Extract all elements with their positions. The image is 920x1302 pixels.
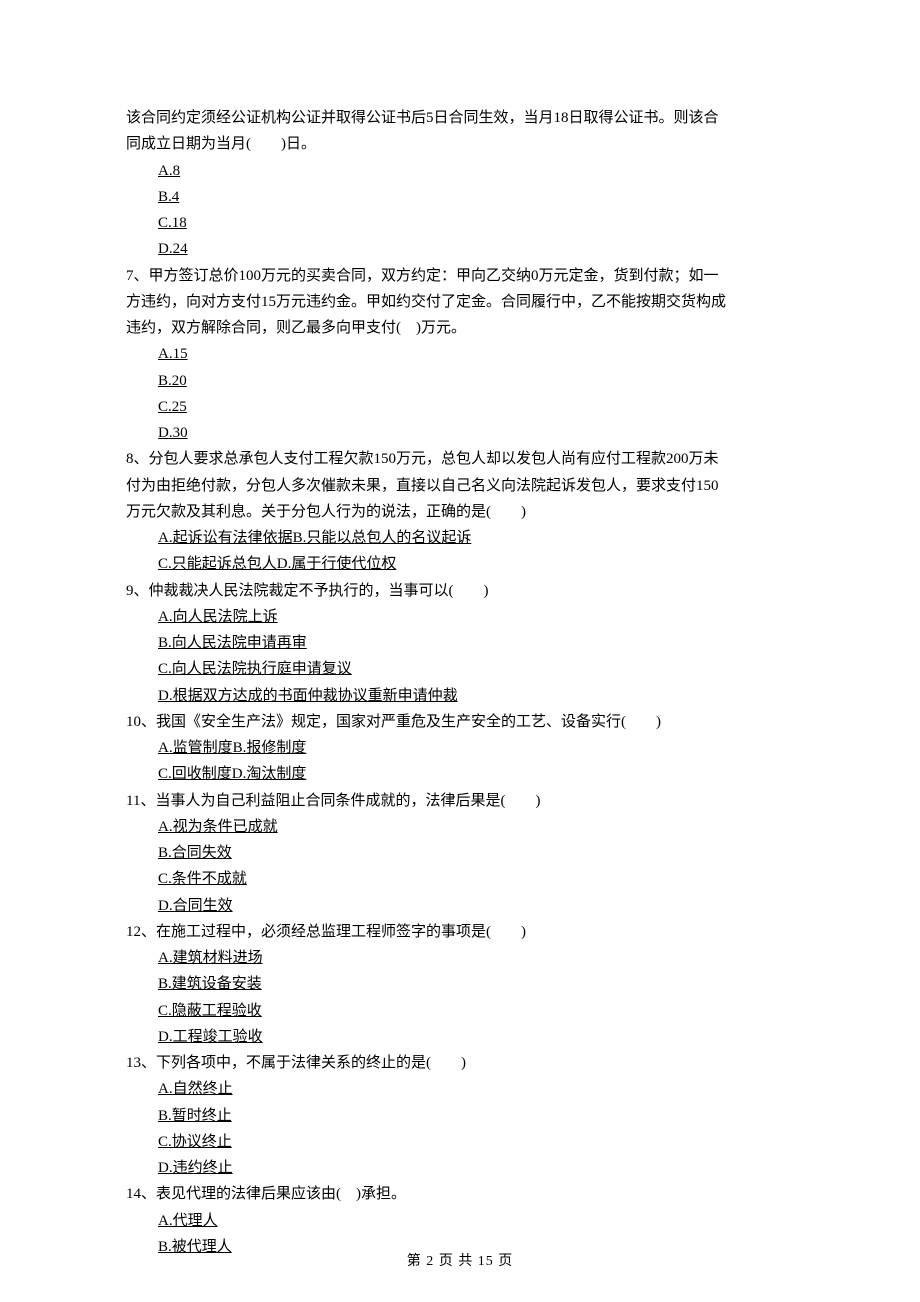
q14-opt-a: A.代理人 (126, 1208, 794, 1234)
q9-opt-c: C.向人民法院执行庭申请复议 (126, 656, 794, 682)
q12-stem: 12、在施工过程中，必须经总监理工程师签字的事项是( ) (126, 919, 794, 945)
q13-opt-c: C.协议终止 (126, 1129, 794, 1155)
q8-line2: 付为由拒绝付款，分包人多次催款未果，直接以自己名义向法院起诉发包人，要求支付15… (126, 473, 794, 499)
q10-stem: 10、我国《安全生产法》规定，国家对严重危及生产安全的工艺、设备实行( ) (126, 709, 794, 735)
q6-opt-d: D.24 (126, 236, 794, 262)
page-number: 第 2 页 共 15 页 (0, 1250, 920, 1275)
q10-opt-cd: C.回收制度D.淘汰制度 (126, 761, 794, 787)
q6-line2: 同成立日期为当月( )日。 (126, 131, 794, 157)
q12-opt-d: D.工程竣工验收 (126, 1024, 794, 1050)
q9-opt-a: A.向人民法院上诉 (126, 604, 794, 630)
q11-opt-a: A.视为条件已成就 (126, 814, 794, 840)
q11-opt-b: B.合同失效 (126, 840, 794, 866)
page: 该合同约定须经公证机构公证并取得公证书后5日合同生效，当月18日取得公证书。则该… (0, 0, 920, 1302)
q6-opt-b: B.4 (126, 184, 794, 210)
q8-opt-cd: C.只能起诉总包人D.属于行使代位权 (126, 551, 794, 577)
q7-line2: 方违约，向对方支付15万元违约金。甲如约交付了定金。合同履行中，乙不能按期交货构… (126, 289, 794, 315)
q7-opt-c: C.25 (126, 394, 794, 420)
q8-line3: 万元欠款及其利息。关于分包人行为的说法，正确的是( ) (126, 499, 794, 525)
q9-opt-b: B.向人民法院申请再审 (126, 630, 794, 656)
q13-stem: 13、下列各项中，不属于法律关系的终止的是( ) (126, 1050, 794, 1076)
q8-line1: 8、分包人要求总承包人支付工程欠款150万元，总包人却以发包人尚有应付工程款20… (126, 446, 794, 472)
q10-opt-ab: A.监管制度B.报修制度 (126, 735, 794, 761)
q6-opt-a: A.8 (126, 158, 794, 184)
q9-opt-d: D.根据双方达成的书面仲裁协议重新申请仲裁 (126, 683, 794, 709)
q9-stem: 9、仲裁裁决人民法院裁定不予执行的，当事可以( ) (126, 578, 794, 604)
q6-line1: 该合同约定须经公证机构公证并取得公证书后5日合同生效，当月18日取得公证书。则该… (126, 105, 794, 131)
q7-line3: 违约，双方解除合同，则乙最多向甲支付( )万元。 (126, 315, 794, 341)
q8-opt-ab: A.起诉讼有法律依据B.只能以总包人的名议起诉 (126, 525, 794, 551)
q11-opt-c: C.条件不成就 (126, 866, 794, 892)
q12-opt-b: B.建筑设备安装 (126, 971, 794, 997)
q7-opt-b: B.20 (126, 368, 794, 394)
q12-opt-c: C.隐蔽工程验收 (126, 998, 794, 1024)
q11-stem: 11、当事人为自己利益阻止合同条件成就的，法律后果是( ) (126, 788, 794, 814)
q13-opt-d: D.违约终止 (126, 1155, 794, 1181)
q6-opt-c: C.18 (126, 210, 794, 236)
q14-stem: 14、表见代理的法律后果应该由( )承担。 (126, 1181, 794, 1207)
q13-opt-a: A.自然终止 (126, 1076, 794, 1102)
q7-line1: 7、甲方签订总价100万元的买卖合同，双方约定：甲向乙交纳0万元定金，货到付款；… (126, 263, 794, 289)
q7-opt-d: D.30 (126, 420, 794, 446)
q12-opt-a: A.建筑材料进场 (126, 945, 794, 971)
q13-opt-b: B.暂时终止 (126, 1103, 794, 1129)
q7-opt-a: A.15 (126, 341, 794, 367)
q11-opt-d: D.合同生效 (126, 893, 794, 919)
